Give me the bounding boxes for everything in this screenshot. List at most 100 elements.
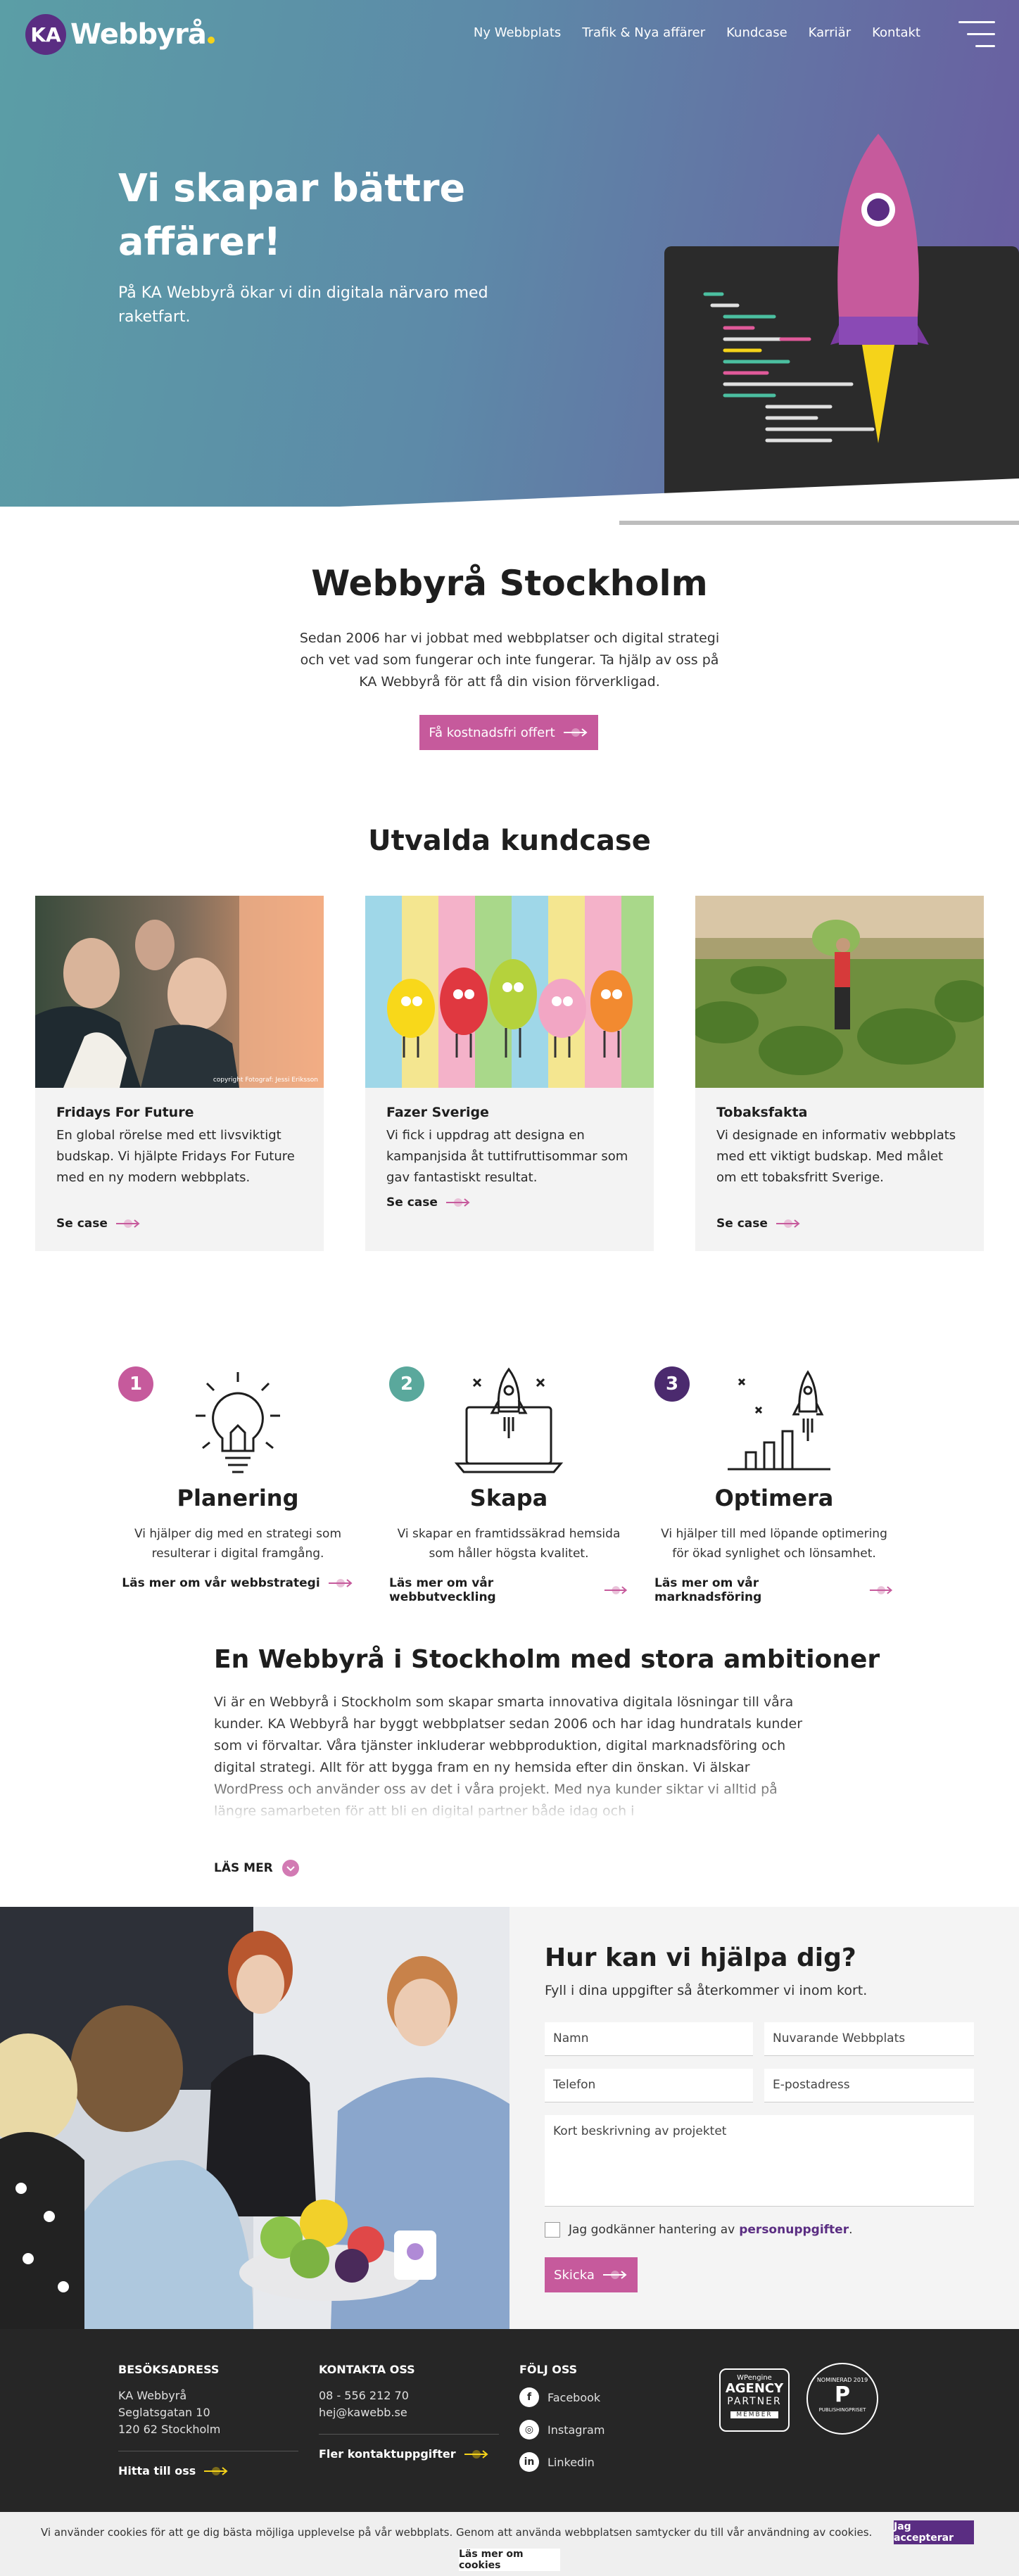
- footer-contact: KONTAKTA OSS 08 - 556 212 70 hej@kawebb.…: [319, 2363, 499, 2461]
- case-card-tobaksfakta[interactable]: Tobaksfakta Vi designade en informativ w…: [695, 896, 984, 1251]
- step-link[interactable]: Läs mer om vår marknadsföring: [654, 1576, 894, 1604]
- case-card-fazer[interactable]: Fazer Sverige Vi fick i uppdrag att desi…: [365, 896, 654, 1251]
- growth-chart-icon: [728, 1370, 830, 1471]
- footer-visit: BESÖKSADRESS KA Webbyrå Seglatsgatan 10 …: [118, 2363, 298, 2477]
- award-symbol-icon: P: [835, 2383, 850, 2407]
- photo-credit: copyright Fotograf: Jessi Eriksson: [213, 1077, 318, 1084]
- name-field[interactable]: Namn: [545, 2022, 753, 2056]
- step-title: Optimera: [714, 1485, 834, 1511]
- chevron-down-icon: [281, 1860, 299, 1877]
- consent-row: Jag godkänner hantering av personuppgift…: [545, 2222, 853, 2238]
- badge-text: MEMBER: [730, 2411, 778, 2418]
- step-link-label: Läs mer om vår marknadsföring: [654, 1576, 762, 1604]
- nav-trafik[interactable]: Trafik & Nya affärer: [582, 25, 705, 40]
- cookie-text: Vi använder cookies för att ge dig bästa…: [41, 2526, 873, 2539]
- contact-form: Hur kan vi hjälpa dig? Fyll i dina uppgi…: [510, 1907, 1019, 2329]
- ambition-title: En Webbyrå i Stockholm med stora ambitio…: [214, 1645, 880, 1674]
- case-image-tobaksfakta: [695, 896, 984, 1088]
- privacy-link[interactable]: personuppgifter: [739, 2223, 849, 2237]
- badge-text: PARTNER: [727, 2396, 782, 2407]
- consent-checkbox[interactable]: [545, 2222, 560, 2238]
- email-field[interactable]: E-postadress: [764, 2069, 974, 2102]
- case-title: Tobaksfakta: [716, 1105, 808, 1120]
- step-number: 1: [118, 1366, 153, 1402]
- case-link-label: Se case: [386, 1195, 438, 1210]
- nav-ny-webbplats[interactable]: Ny Webbplats: [474, 25, 561, 40]
- case-link[interactable]: Se case: [386, 1195, 471, 1210]
- step-planering: 1 Planering Vi hjälper dig med en strate…: [118, 1358, 357, 1597]
- step-text: Vi hjälper dig med en strategi som resul…: [134, 1527, 341, 1561]
- logo-text: Webbyrå: [70, 18, 207, 51]
- phone-field[interactable]: Telefon: [545, 2069, 753, 2102]
- social-label: Linkedin: [548, 2455, 595, 2469]
- step-text: Vi skapar en framtidssäkrad hemsida som …: [397, 1527, 621, 1561]
- free-quote-button[interactable]: Få kostnadsfri offert: [419, 715, 598, 750]
- cases-title: Utvalda kundcase: [368, 825, 651, 857]
- case-link[interactable]: Se case: [56, 1217, 141, 1231]
- intro-title: Webbyrå Stockholm: [311, 563, 708, 604]
- arrow-right-icon: [563, 728, 588, 737]
- phone-link[interactable]: 08 - 556 212 70: [319, 2387, 499, 2404]
- linkedin-link[interactable]: in Linkedin: [519, 2452, 674, 2472]
- website-field[interactable]: Nuvarande Webbplats: [764, 2022, 974, 2056]
- footer-follow: FÖLJ OSS f Facebook ◎ Instagram in Linkedin: [519, 2363, 674, 2485]
- contact-title: Hur kan vi hjälpa dig?: [545, 1943, 856, 1972]
- page: KA Webbyrå Ny Webbplats Trafik & Nya aff…: [0, 0, 1019, 2576]
- find-us-label: Hitta till oss: [118, 2464, 196, 2477]
- address-line: Seglatsgatan 10: [118, 2406, 210, 2419]
- find-us-link[interactable]: Hitta till oss: [118, 2464, 298, 2477]
- case-text: Vi designade en informativ webbplats med…: [716, 1128, 956, 1185]
- arrow-right-icon: [604, 1586, 627, 1594]
- footer: BESÖKSADRESS KA Webbyrå Seglatsgatan 10 …: [0, 2329, 1019, 2512]
- cookie-bar: Vi använder cookies för att ge dig bästa…: [0, 2512, 1019, 2576]
- step-title: Planering: [177, 1485, 299, 1511]
- case-card-fridays[interactable]: copyright Fotograf: Jessi Eriksson Frida…: [35, 896, 324, 1251]
- consent-suffix: .: [849, 2223, 853, 2237]
- step-number: 2: [389, 1366, 424, 1402]
- linkedin-icon: in: [519, 2452, 539, 2472]
- more-contact-link[interactable]: Fler kontaktuppgifter: [319, 2447, 499, 2461]
- arrow-right-icon: [776, 1219, 800, 1228]
- step-link[interactable]: Läs mer om vår webbstrategi: [118, 1576, 357, 1590]
- footer-heading: BESÖKSADRESS: [118, 2363, 220, 2376]
- address-line: KA Webbyrå: [118, 2389, 187, 2402]
- team-photo: [0, 1907, 510, 2329]
- consent-text: Jag godkänner hantering av: [569, 2223, 735, 2237]
- nav-kontakt[interactable]: Kontakt: [872, 25, 920, 40]
- arrow-right-icon: [445, 1198, 470, 1207]
- main-nav: Ny Webbplats Trafik & Nya affärer Kundca…: [474, 25, 920, 40]
- case-title: Fazer Sverige: [386, 1105, 489, 1120]
- facebook-icon: f: [519, 2387, 539, 2407]
- arrow-right-icon: [328, 1579, 353, 1587]
- text-fade: [211, 1773, 816, 1822]
- step-optimera: 3 Optimera Vi hjälper till med löpande o…: [654, 1358, 894, 1604]
- hamburger-menu-icon[interactable]: [958, 21, 995, 48]
- description-field[interactable]: Kort beskrivning av projektet: [545, 2115, 974, 2207]
- nav-karriar[interactable]: Karriär: [809, 25, 851, 40]
- submit-button[interactable]: Skicka: [545, 2257, 638, 2292]
- nav-kundcase[interactable]: Kundcase: [726, 25, 787, 40]
- step-link-label: Läs mer om vår webbstrategi: [122, 1576, 320, 1590]
- step-skapa: 2 Skapa Vi skapar en framtidssäkrad hems…: [389, 1358, 628, 1604]
- instagram-link[interactable]: ◎ Instagram: [519, 2420, 674, 2439]
- step-text: Vi hjälper till med löpande optimering f…: [661, 1527, 887, 1561]
- facebook-link[interactable]: f Facebook: [519, 2387, 674, 2407]
- cookie-accept-button[interactable]: Jag accepterar: [894, 2520, 974, 2544]
- cookie-more-button[interactable]: Läs mer om cookies: [459, 2549, 560, 2571]
- step-link[interactable]: Läs mer om vår webbutveckling: [389, 1576, 628, 1604]
- lightbulb-icon: [196, 1372, 280, 1473]
- divider: [319, 2434, 499, 2435]
- read-more-button[interactable]: LÄS MER: [214, 1859, 300, 1877]
- email-link[interactable]: hej@kawebb.se: [319, 2404, 499, 2421]
- logo[interactable]: KA Webbyrå: [25, 14, 215, 55]
- case-link-label: Se case: [56, 1217, 108, 1231]
- logo-badge: KA: [25, 14, 66, 55]
- step-link-label: Läs mer om vår webbutveckling: [389, 1576, 496, 1604]
- badge-text: AGENCY: [725, 2381, 784, 2396]
- intro-text: Sedan 2006 har vi jobbat med webbplatser…: [299, 630, 720, 690]
- case-image-fazer: [365, 896, 654, 1088]
- laptop-rocket-illustration: [619, 134, 1019, 525]
- case-text: Vi fick i uppdrag att designa en kampanj…: [386, 1128, 628, 1185]
- case-link[interactable]: Se case: [716, 1217, 802, 1231]
- case-link-label: Se case: [716, 1217, 768, 1231]
